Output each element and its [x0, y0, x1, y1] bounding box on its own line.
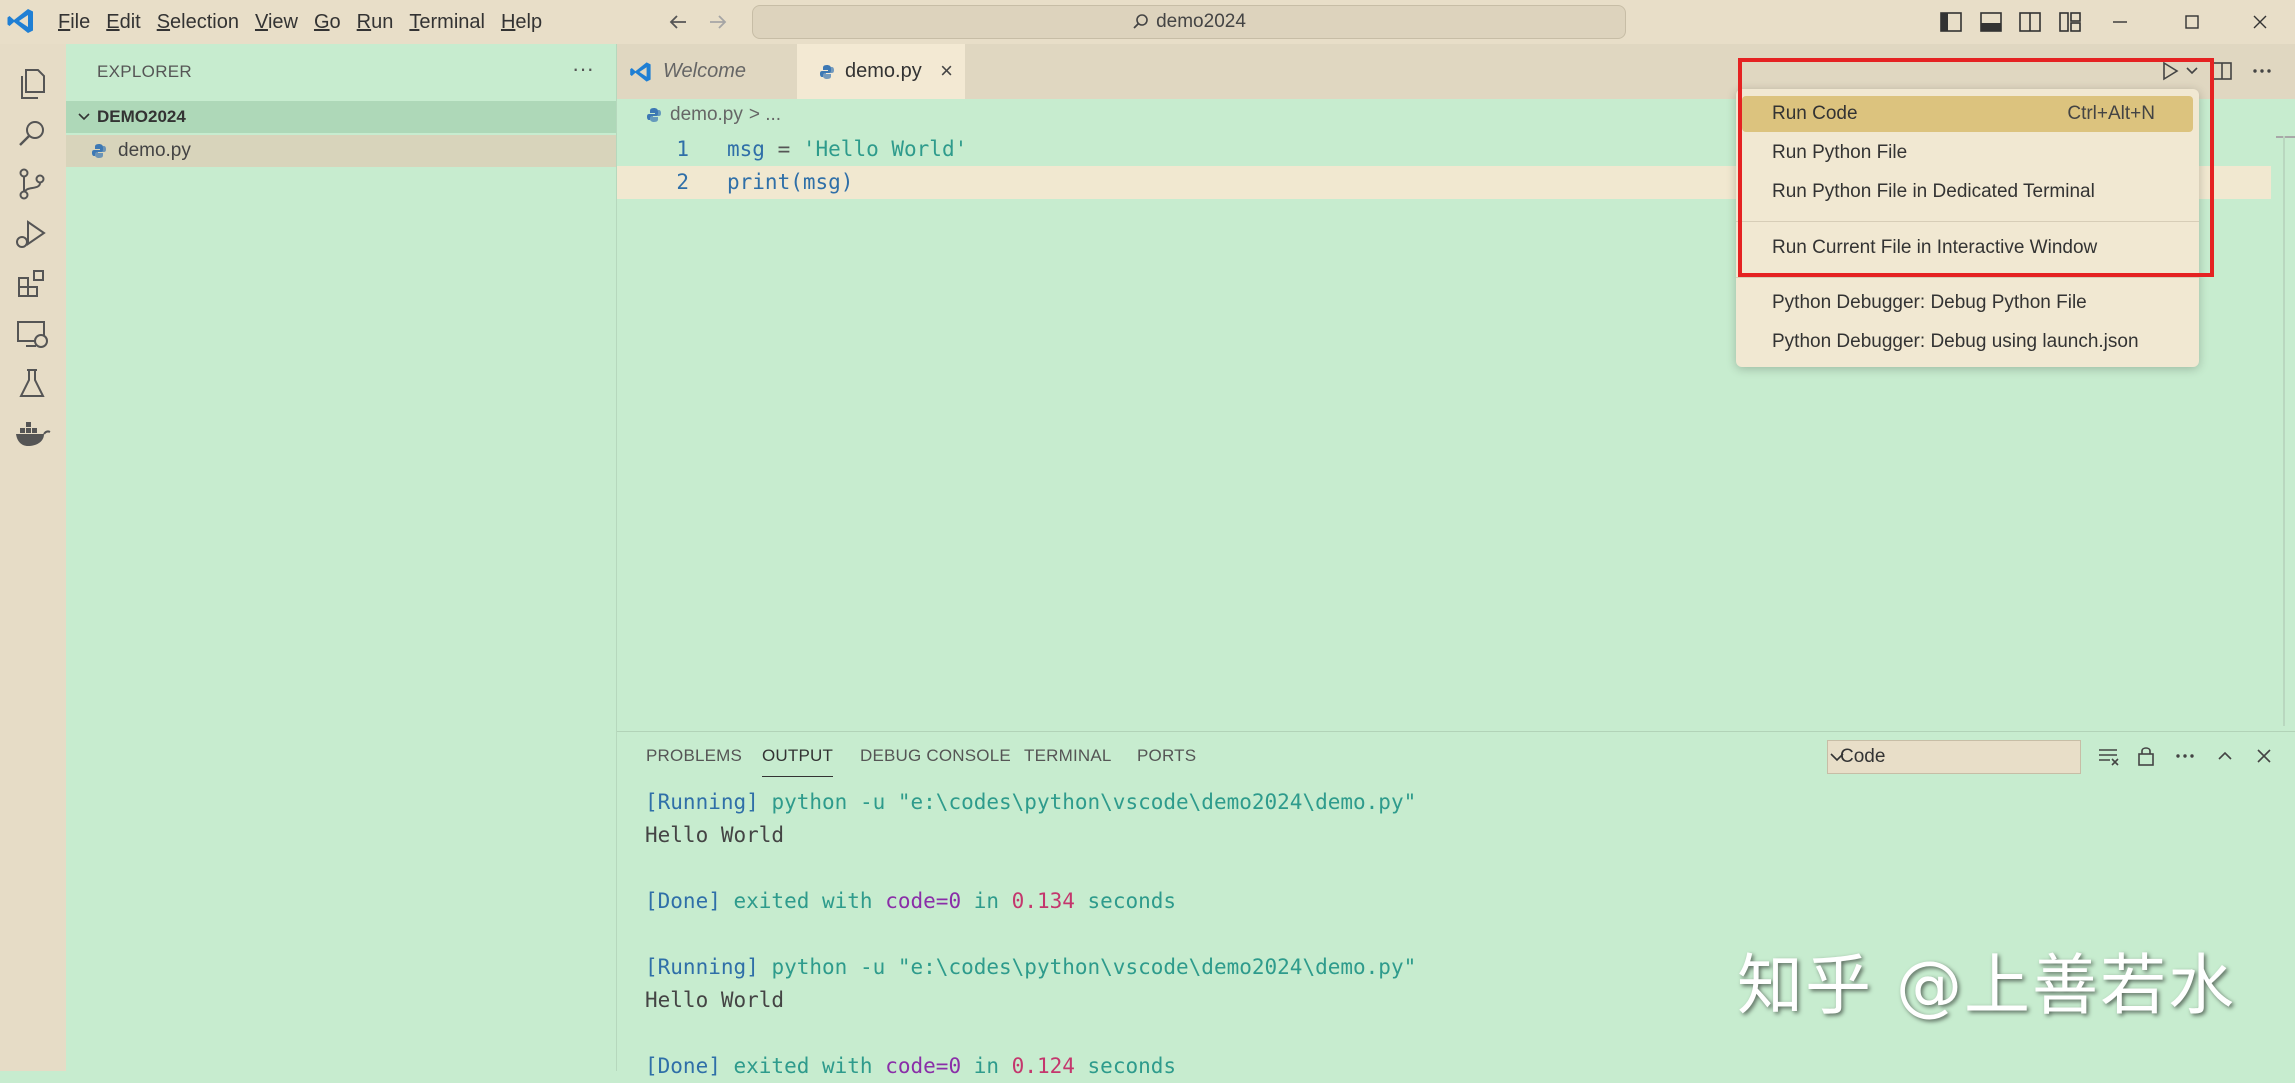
file-row-demo-py[interactable]: demo.py — [66, 135, 616, 167]
output-channel-value: Code — [1840, 746, 1886, 767]
python-file-icon — [820, 64, 834, 79]
tab-problems[interactable]: PROBLEMS — [646, 746, 742, 776]
line-number: 1 — [676, 137, 689, 161]
output-blank-line — [645, 918, 1416, 951]
file-name: demo.py — [118, 140, 191, 161]
customize-layout-icon[interactable] — [2057, 9, 2083, 35]
menu-file[interactable]: File — [58, 0, 104, 44]
menu-bar: File Edit Selection View Go Run Terminal… — [58, 0, 558, 44]
menu-view[interactable]: View — [255, 0, 312, 44]
maximize-panel-icon[interactable] — [2211, 742, 2239, 770]
lock-icon[interactable] — [2132, 742, 2160, 770]
output-line: [Done] exited with code=0 in 0.124 secon… — [645, 1054, 1177, 1078]
menu-run[interactable]: Run — [357, 0, 408, 44]
output-log[interactable]: [Running] python -u "e:\codes\python\vsc… — [645, 786, 1416, 1083]
breadcrumb-rest[interactable]: > ... — [749, 104, 781, 126]
testing-flask-icon[interactable] — [12, 364, 52, 404]
search-view-icon[interactable] — [12, 114, 52, 154]
tab-terminal[interactable]: TERMINAL — [1024, 746, 1112, 776]
search-text: demo2024 — [1156, 11, 1246, 32]
tab-output[interactable]: OUTPUT — [762, 746, 834, 777]
menu-edit[interactable]: Edit — [106, 0, 154, 44]
annotation-highlight-box — [1738, 58, 2214, 277]
vscode-logo-icon — [7, 9, 33, 33]
docker-icon[interactable] — [12, 414, 52, 454]
menu-terminal[interactable]: Terminal — [409, 0, 499, 44]
tab-ports[interactable]: PORTS — [1137, 746, 1196, 776]
menu-selection[interactable]: Selection — [157, 0, 253, 44]
title-bar: File Edit Selection View Go Run Terminal… — [0, 0, 2295, 44]
python-file-icon — [92, 144, 106, 158]
search-icon — [1133, 14, 1148, 29]
source-control-icon[interactable] — [12, 164, 52, 204]
menu-item-debug-python-file[interactable]: Python Debugger: Debug Python File — [1742, 285, 2193, 321]
toggle-primary-sidebar-icon[interactable] — [1938, 9, 1964, 35]
close-window-button[interactable] — [2238, 6, 2282, 38]
maximize-button[interactable] — [2170, 6, 2214, 38]
tab-welcome[interactable]: Welcome — [617, 44, 795, 99]
folder-name: DEMO2024 — [97, 107, 186, 126]
output-blank-line — [645, 852, 1416, 885]
code-text: msg = 'Hello World' — [727, 137, 968, 161]
minimap[interactable] — [2276, 136, 2295, 138]
more-actions-icon[interactable] — [2249, 58, 2275, 84]
vscode-logo-icon — [630, 61, 651, 82]
watermark: 知乎 @上善若水 — [1737, 947, 2236, 1024]
tab-welcome-label: Welcome — [663, 60, 746, 82]
close-panel-icon[interactable] — [2250, 742, 2278, 770]
run-debug-icon[interactable] — [12, 214, 52, 254]
explorer-icon[interactable] — [12, 64, 52, 104]
output-line: [Done] exited with code=0 in 0.134 secon… — [645, 889, 1177, 913]
breadcrumb-file[interactable]: demo.py — [670, 104, 743, 126]
tab-demo-py[interactable]: demo.py × — [797, 44, 965, 99]
chevron-down-icon — [78, 113, 90, 121]
output-channel-select[interactable]: Code — [1827, 740, 2081, 774]
menu-help[interactable]: Help — [501, 0, 556, 44]
menu-go[interactable]: Go — [314, 0, 355, 44]
output-line: [Running] python -u "e:\codes\python\vsc… — [645, 790, 1417, 814]
output-line: [Running] python -u "e:\codes\python\vsc… — [645, 955, 1417, 979]
extensions-icon[interactable] — [12, 264, 52, 304]
clear-output-icon[interactable] — [2094, 742, 2122, 770]
line-number: 2 — [676, 170, 689, 194]
menu-item-debug-launch-json[interactable]: Python Debugger: Debug using launch.json — [1742, 324, 2193, 360]
python-file-icon — [647, 108, 661, 122]
code-text: print(msg) — [727, 170, 854, 194]
forward-arrow-icon[interactable] — [704, 8, 732, 36]
output-line: Hello World — [645, 988, 785, 1012]
close-tab-icon[interactable]: × — [940, 58, 953, 84]
remote-explorer-icon[interactable] — [12, 314, 52, 354]
output-blank-line — [645, 1017, 1416, 1050]
toggle-panel-icon[interactable] — [1978, 9, 2004, 35]
editor-scrollbar[interactable] — [2283, 136, 2285, 726]
activity-bar — [0, 44, 66, 1071]
minimize-button[interactable] — [2098, 6, 2142, 38]
more-actions-icon[interactable] — [2171, 742, 2199, 770]
command-center-search[interactable]: demo2024 — [752, 5, 1626, 39]
toggle-secondary-sidebar-icon[interactable] — [2017, 9, 2043, 35]
output-line: Hello World — [645, 823, 785, 847]
tab-debug-console[interactable]: DEBUG CONSOLE — [860, 746, 1011, 776]
breadcrumb: demo.py > ... — [646, 104, 781, 126]
back-arrow-icon[interactable] — [664, 8, 692, 36]
more-actions-icon[interactable]: ··· — [572, 56, 594, 82]
explorer-sidebar: EXPLORER ··· DEMO2024 demo.py — [66, 44, 617, 1071]
sidebar-title: EXPLORER — [97, 62, 192, 81]
tab-demo-label: demo.py — [845, 60, 922, 82]
menu-separator — [1736, 277, 2199, 278]
folder-row-demo2024[interactable]: DEMO2024 — [66, 101, 616, 133]
